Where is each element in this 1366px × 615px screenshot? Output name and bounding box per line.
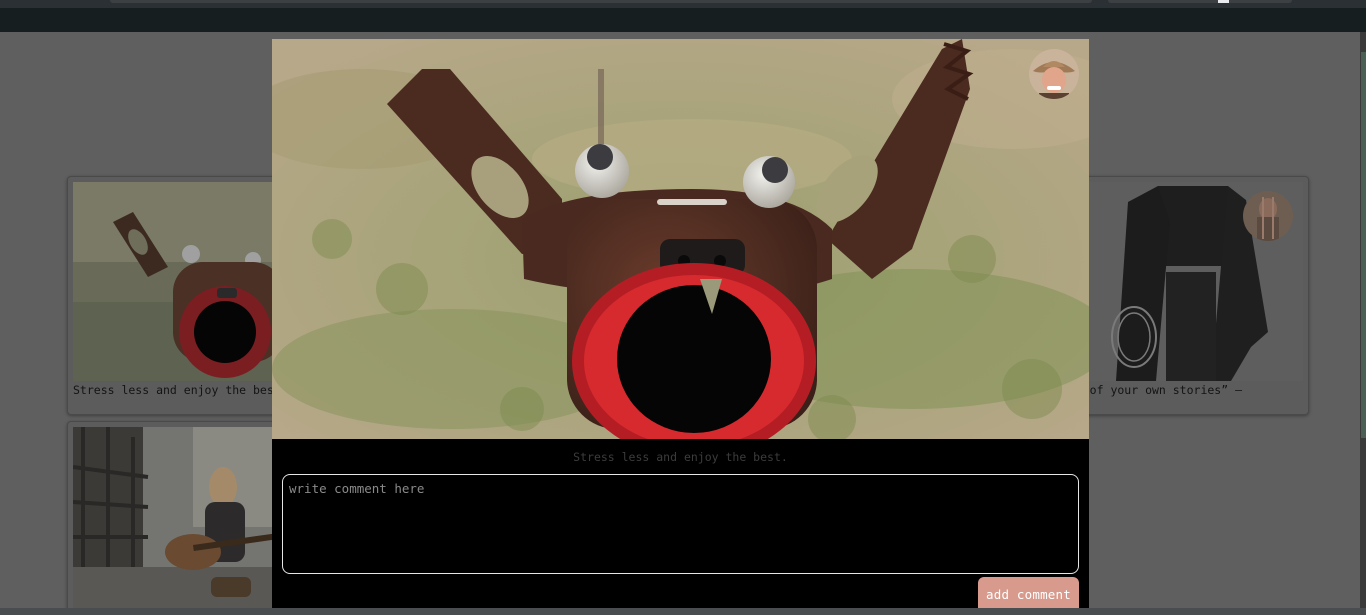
card-caption: Be the hero of your own stories” –: [1081, 383, 1242, 397]
gallery-card[interactable]: Be the hero of your own stories” –: [1080, 176, 1309, 415]
scrollbar-thumb[interactable]: [1361, 52, 1366, 438]
gallery-card[interactable]: [67, 421, 287, 615]
post-modal: Stress less and enjoy the best. add comm…: [272, 39, 1089, 615]
add-comment-button[interactable]: add comment: [978, 577, 1079, 612]
browser-address-bar[interactable]: [110, 0, 1092, 3]
card-photo: [73, 427, 281, 614]
modal-caption: Stress less and enjoy the best.: [573, 450, 788, 464]
cowboy-avatar-icon[interactable]: [1029, 49, 1079, 99]
modal-photo: [272, 39, 1089, 439]
card-photo: [73, 182, 281, 381]
gallery-card[interactable]: Stress less and enjoy the best.: [67, 176, 287, 415]
card-avatar[interactable]: [1243, 191, 1293, 241]
browser-toolbar: [0, 0, 1366, 8]
browser-pill-marker: [1218, 0, 1229, 3]
comment-input[interactable]: [282, 474, 1079, 574]
app-header: [0, 8, 1366, 32]
card-caption: Stress less and enjoy the best.: [73, 383, 287, 397]
bottom-bar: [0, 608, 1366, 615]
browser-search-pill[interactable]: [1108, 0, 1292, 3]
